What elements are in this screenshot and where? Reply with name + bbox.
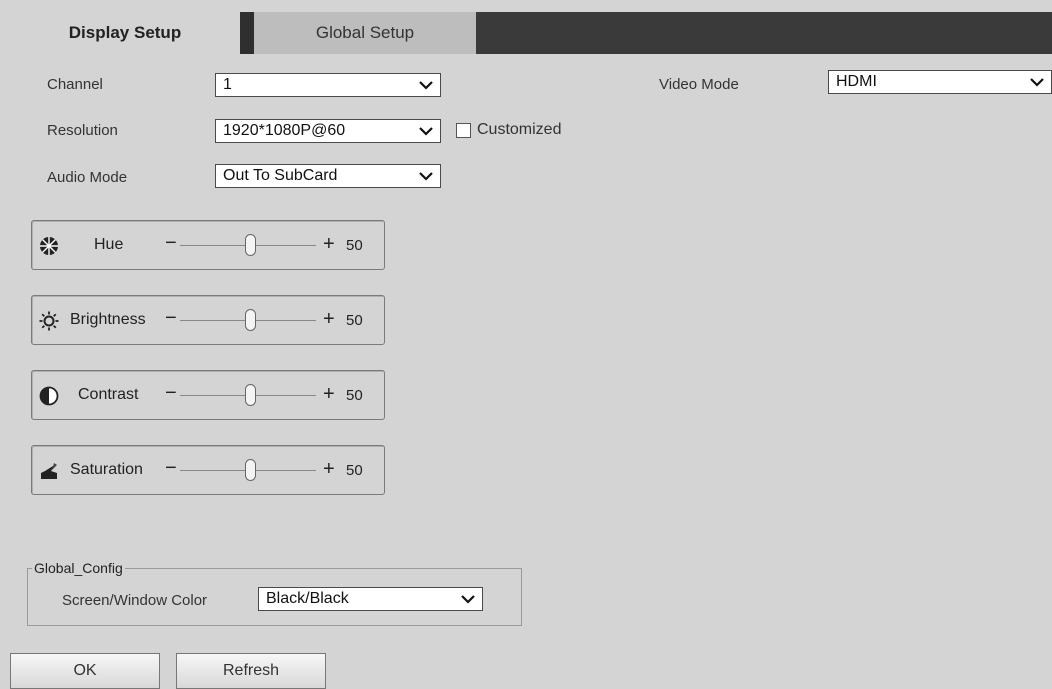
resolution-value: 1920*1080P@60 — [223, 122, 346, 139]
audio-mode-select[interactable]: Out To SubCard — [215, 164, 441, 188]
contrast-icon — [39, 386, 59, 406]
ok-button[interactable]: OK — [10, 653, 160, 689]
channel-select[interactable]: 1 — [215, 73, 441, 97]
refresh-button[interactable]: Refresh — [176, 653, 326, 689]
hue-decrease-button[interactable]: − — [165, 232, 177, 255]
brightness-slider-handle[interactable] — [245, 309, 256, 331]
brightness-control: Brightness − + 50 — [31, 295, 385, 345]
chevron-down-icon — [461, 595, 475, 604]
resolution-label: Resolution — [47, 122, 118, 139]
chevron-down-icon — [419, 81, 433, 90]
resolution-select[interactable]: 1920*1080P@60 — [215, 119, 441, 143]
tab-display-setup[interactable]: Display Setup — [10, 12, 240, 54]
hue-icon — [40, 237, 58, 255]
screen-window-color-label: Screen/Window Color — [62, 592, 208, 609]
contrast-decrease-button[interactable]: − — [165, 382, 177, 405]
audio-mode-label: Audio Mode — [47, 169, 128, 186]
screen-window-color-value: Black/Black — [266, 590, 349, 607]
hue-control: Hue − + 50 — [31, 220, 385, 270]
saturation-slider-handle[interactable] — [245, 459, 256, 481]
saturation-icon — [41, 463, 57, 479]
hue-slider-handle[interactable] — [245, 234, 256, 256]
video-mode-value: HDMI — [836, 73, 877, 90]
saturation-increase-button[interactable]: + — [323, 458, 335, 481]
brightness-increase-button[interactable]: + — [323, 308, 335, 331]
chevron-down-icon — [1030, 78, 1044, 87]
customized-label: Customized — [477, 121, 562, 138]
contrast-increase-button[interactable]: + — [323, 383, 335, 406]
saturation-decrease-button[interactable]: − — [165, 457, 177, 480]
hue-label: Hue — [94, 236, 124, 253]
video-mode-select[interactable]: HDMI — [828, 70, 1052, 94]
brightness-value: 50 — [346, 312, 363, 329]
brightness-label: Brightness — [70, 311, 146, 328]
hue-value: 50 — [346, 237, 363, 254]
tab-global-setup[interactable]: Global Setup — [254, 12, 476, 54]
video-mode-label: Video Mode — [659, 76, 739, 93]
global-config-legend: Global_Config — [32, 560, 125, 576]
chevron-down-icon — [419, 172, 433, 181]
audio-mode-value: Out To SubCard — [223, 167, 338, 184]
screen-window-color-select[interactable]: Black/Black — [258, 587, 483, 611]
saturation-value: 50 — [346, 462, 363, 479]
chevron-down-icon — [419, 127, 433, 136]
channel-label: Channel — [47, 76, 103, 93]
brightness-icon — [39, 311, 59, 331]
brightness-decrease-button[interactable]: − — [165, 307, 177, 330]
saturation-control: Saturation − + 50 — [31, 445, 385, 495]
contrast-slider-handle[interactable] — [245, 384, 256, 406]
saturation-label: Saturation — [70, 461, 143, 478]
contrast-value: 50 — [346, 387, 363, 404]
customized-checkbox[interactable] — [456, 123, 471, 138]
tab-divider — [240, 12, 254, 54]
contrast-label: Contrast — [78, 386, 139, 403]
contrast-control: Contrast − + 50 — [31, 370, 385, 420]
channel-value: 1 — [223, 76, 232, 93]
tab-bar-filler — [476, 12, 1052, 54]
hue-increase-button[interactable]: + — [323, 233, 335, 256]
